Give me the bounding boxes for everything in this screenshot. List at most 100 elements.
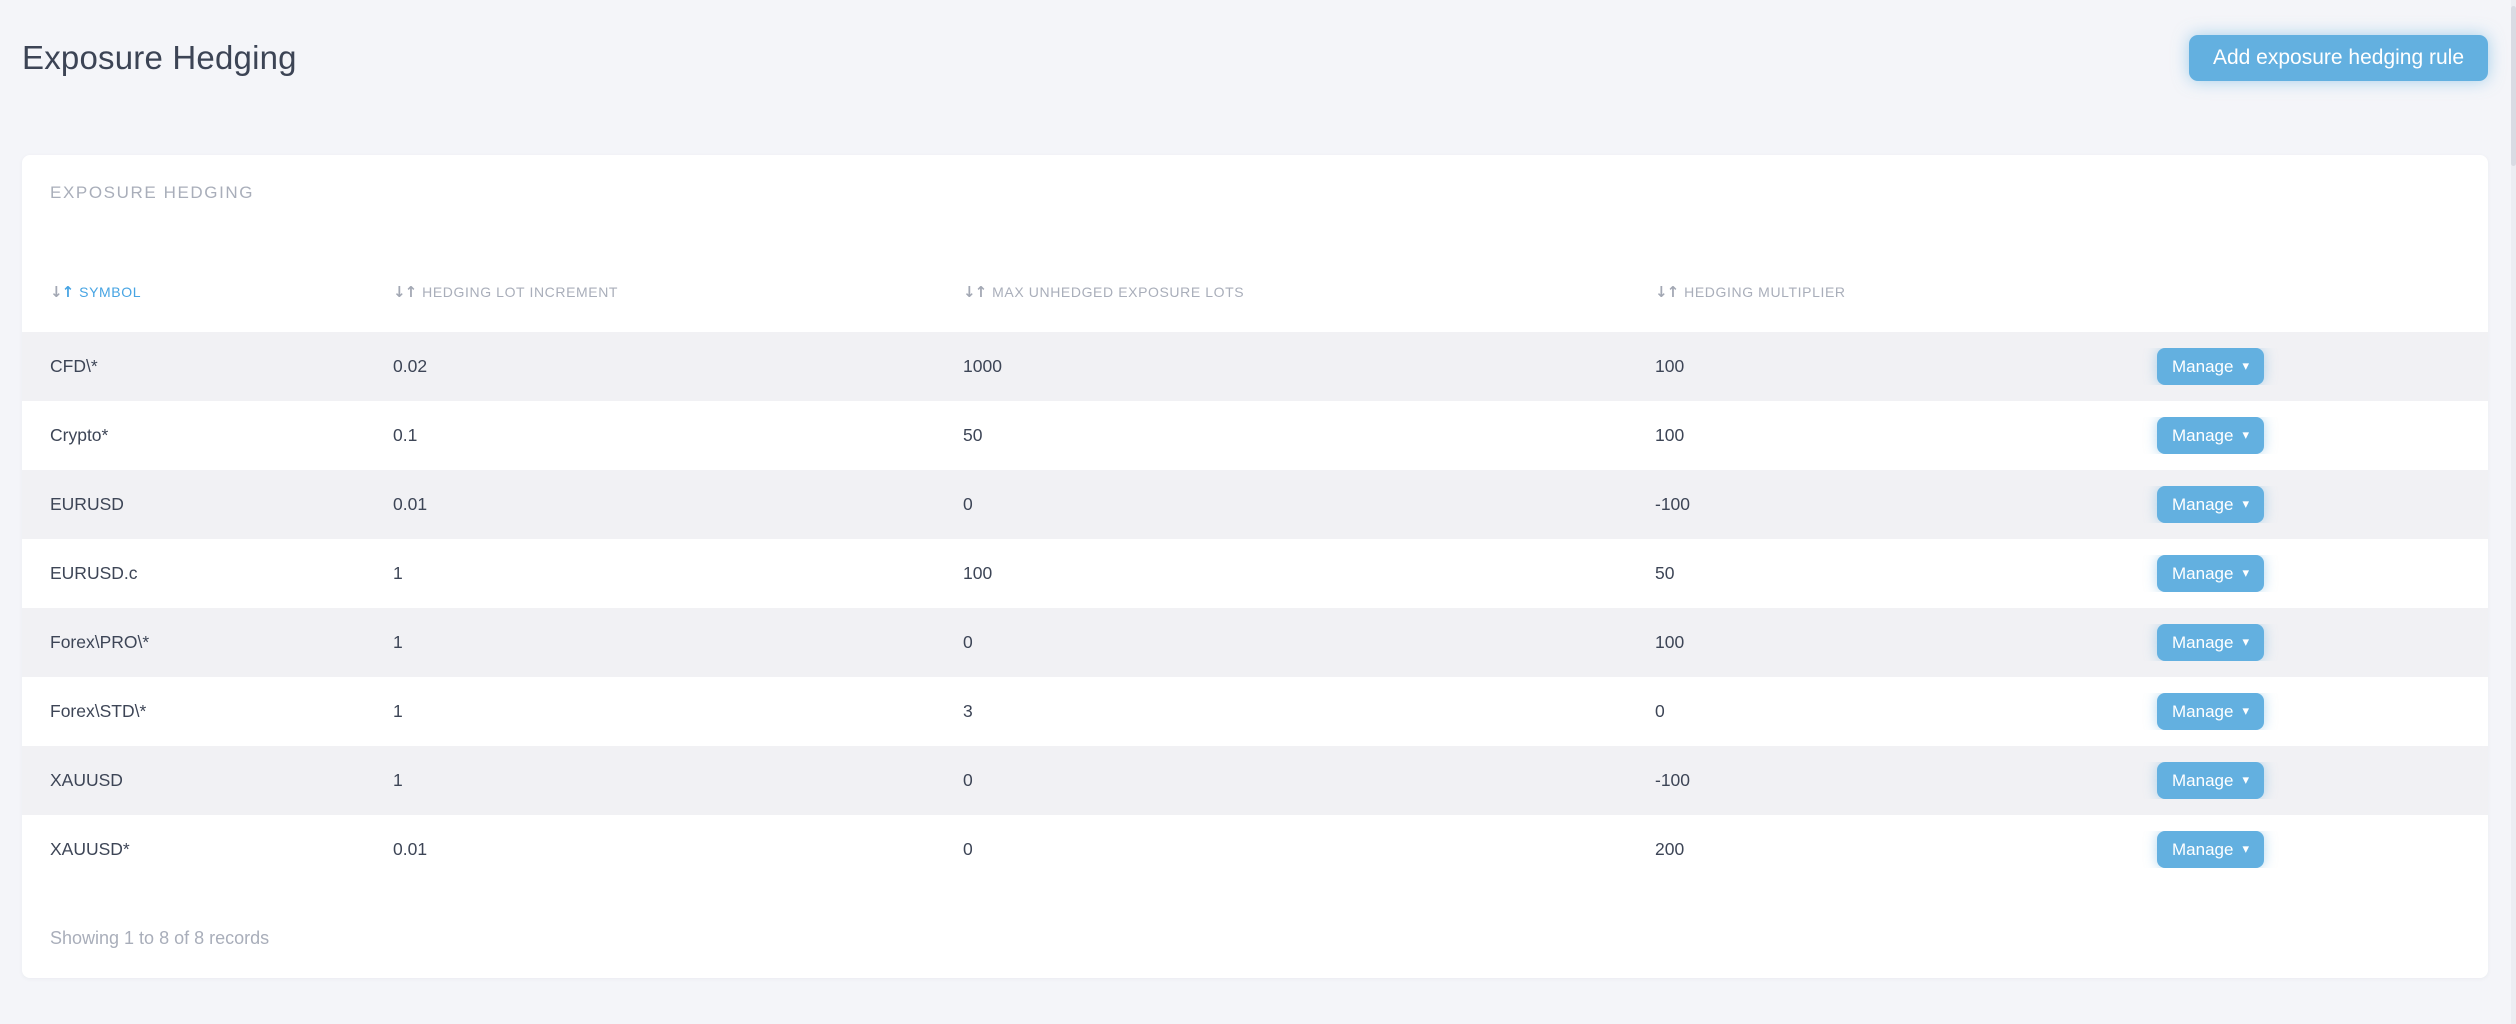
symbol-cell: XAUUSD (22, 770, 393, 791)
max-unhedged-exposure-lots-cell: 0 (963, 770, 1655, 791)
max-unhedged-exposure-lots-cell: 1000 (963, 356, 1655, 377)
sort-arrows-icon: ↓↑ (1655, 285, 1678, 300)
manage-button[interactable]: Manage ▾ (2157, 417, 2264, 454)
table-row: XAUUSD 1 0 -100 Manage ▾ (22, 746, 2488, 815)
page-title: Exposure Hedging (22, 39, 297, 77)
table-row: XAUUSD* 0.01 0 200 Manage ▾ (22, 815, 2488, 884)
column-header-hedging-lot-increment[interactable]: ↓↑ HEDGING LOT INCREMENT (393, 284, 963, 300)
table-row: EURUSD 0.01 0 -100 Manage ▾ (22, 470, 2488, 539)
manage-button[interactable]: Manage ▾ (2157, 555, 2264, 592)
sort-arrows-icon: ↓↑ (50, 285, 73, 300)
table-header-row: ↓↑ SYMBOL ↓↑ HEDGING LOT INCREMENT ↓↑ MA… (22, 252, 2488, 332)
exposure-hedging-card: EXPOSURE HEDGING ↓↑ SYMBOL ↓↑ HEDGING LO… (22, 155, 2488, 978)
symbol-cell: Crypto* (22, 425, 393, 446)
column-header-max-unhedged-exposure-lots[interactable]: ↓↑ MAX UNHEDGED EXPOSURE LOTS (963, 284, 1655, 300)
records-status: Showing 1 to 8 of 8 records (22, 927, 2488, 949)
table-row: CFD\* 0.02 1000 100 Manage ▾ (22, 332, 2488, 401)
dropdown-caret-icon: ▾ (2242, 843, 2249, 856)
hedging-lot-increment-cell: 1 (393, 770, 963, 791)
column-header-hedging-multiplier[interactable]: ↓↑ HEDGING MULTIPLIER (1655, 284, 2135, 300)
actions-cell: Manage ▾ (2135, 831, 2488, 868)
sort-ascending-icon: ↑ (405, 283, 417, 301)
scrollbar[interactable] (2511, 0, 2516, 1024)
actions-cell: Manage ▾ (2135, 624, 2488, 661)
add-exposure-hedging-rule-button[interactable]: Add exposure hedging rule (2189, 35, 2488, 81)
manage-button[interactable]: Manage ▾ (2157, 486, 2264, 523)
column-header-label: SYMBOL (79, 284, 141, 300)
hedging-lot-increment-cell: 0.01 (393, 494, 963, 515)
symbol-cell: CFD\* (22, 356, 393, 377)
actions-cell: Manage ▾ (2135, 762, 2488, 799)
hedging-lot-increment-cell: 0.1 (393, 425, 963, 446)
sort-ascending-icon: ↑ (975, 283, 987, 301)
card-title: EXPOSURE HEDGING (22, 181, 2488, 205)
hedging-multiplier-cell: 100 (1655, 425, 2135, 446)
dropdown-caret-icon: ▾ (2242, 498, 2249, 511)
hedging-multiplier-cell: 100 (1655, 356, 2135, 377)
symbol-cell: EURUSD.c (22, 563, 393, 584)
manage-button-label: Manage (2172, 633, 2233, 653)
max-unhedged-exposure-lots-cell: 3 (963, 701, 1655, 722)
top-bar: Exposure Hedging Add exposure hedging ru… (0, 0, 2516, 115)
column-header-label: HEDGING LOT INCREMENT (422, 284, 618, 300)
scrollbar-thumb[interactable] (2511, 6, 2516, 166)
manage-button[interactable]: Manage ▾ (2157, 831, 2264, 868)
actions-cell: Manage ▾ (2135, 555, 2488, 592)
hedging-lot-increment-cell: 1 (393, 701, 963, 722)
column-header-symbol[interactable]: ↓↑ SYMBOL (22, 284, 393, 300)
hedging-lot-increment-cell: 0.02 (393, 356, 963, 377)
symbol-cell: Forex\PRO\* (22, 632, 393, 653)
actions-cell: Manage ▾ (2135, 693, 2488, 730)
hedging-lot-increment-cell: 0.01 (393, 839, 963, 860)
hedging-multiplier-cell: 50 (1655, 563, 2135, 584)
symbol-cell: Forex\STD\* (22, 701, 393, 722)
manage-button[interactable]: Manage ▾ (2157, 762, 2264, 799)
manage-button-label: Manage (2172, 840, 2233, 860)
dropdown-caret-icon: ▾ (2242, 636, 2249, 649)
column-header-label: MAX UNHEDGED EXPOSURE LOTS (992, 284, 1244, 300)
table-row: EURUSD.c 1 100 50 Manage ▾ (22, 539, 2488, 608)
dropdown-caret-icon: ▾ (2242, 360, 2249, 373)
sort-descending-icon: ↓ (963, 283, 975, 301)
hedging-multiplier-cell: -100 (1655, 494, 2135, 515)
dropdown-caret-icon: ▾ (2242, 774, 2249, 787)
hedging-multiplier-cell: 100 (1655, 632, 2135, 653)
dropdown-caret-icon: ▾ (2242, 429, 2249, 442)
sort-descending-icon: ↓ (1655, 283, 1667, 301)
sort-arrows-icon: ↓↑ (963, 285, 986, 300)
manage-button-label: Manage (2172, 357, 2233, 377)
sort-descending-icon: ↓ (50, 283, 62, 301)
table-row: Crypto* 0.1 50 100 Manage ▾ (22, 401, 2488, 470)
dropdown-caret-icon: ▾ (2242, 705, 2249, 718)
dropdown-caret-icon: ▾ (2242, 567, 2249, 580)
manage-button-label: Manage (2172, 426, 2233, 446)
manage-button-label: Manage (2172, 702, 2233, 722)
sort-ascending-icon: ↑ (1667, 283, 1679, 301)
sort-ascending-icon: ↑ (62, 283, 74, 301)
symbol-cell: EURUSD (22, 494, 393, 515)
manage-button-label: Manage (2172, 564, 2233, 584)
max-unhedged-exposure-lots-cell: 0 (963, 494, 1655, 515)
hedging-lot-increment-cell: 1 (393, 563, 963, 584)
manage-button[interactable]: Manage ▾ (2157, 624, 2264, 661)
max-unhedged-exposure-lots-cell: 0 (963, 839, 1655, 860)
symbol-cell: XAUUSD* (22, 839, 393, 860)
hedging-multiplier-cell: 0 (1655, 701, 2135, 722)
manage-button[interactable]: Manage ▾ (2157, 693, 2264, 730)
max-unhedged-exposure-lots-cell: 50 (963, 425, 1655, 446)
actions-cell: Manage ▾ (2135, 348, 2488, 385)
column-header-label: HEDGING MULTIPLIER (1684, 284, 1845, 300)
actions-cell: Manage ▾ (2135, 417, 2488, 454)
hedging-lot-increment-cell: 1 (393, 632, 963, 653)
actions-cell: Manage ▾ (2135, 486, 2488, 523)
hedging-multiplier-cell: 200 (1655, 839, 2135, 860)
table-row: Forex\PRO\* 1 0 100 Manage ▾ (22, 608, 2488, 677)
max-unhedged-exposure-lots-cell: 0 (963, 632, 1655, 653)
manage-button-label: Manage (2172, 495, 2233, 515)
sort-arrows-icon: ↓↑ (393, 285, 416, 300)
table-row: Forex\STD\* 1 3 0 Manage ▾ (22, 677, 2488, 746)
manage-button[interactable]: Manage ▾ (2157, 348, 2264, 385)
hedging-multiplier-cell: -100 (1655, 770, 2135, 791)
max-unhedged-exposure-lots-cell: 100 (963, 563, 1655, 584)
table-body: CFD\* 0.02 1000 100 Manage ▾ Crypto* 0.1… (22, 332, 2488, 884)
